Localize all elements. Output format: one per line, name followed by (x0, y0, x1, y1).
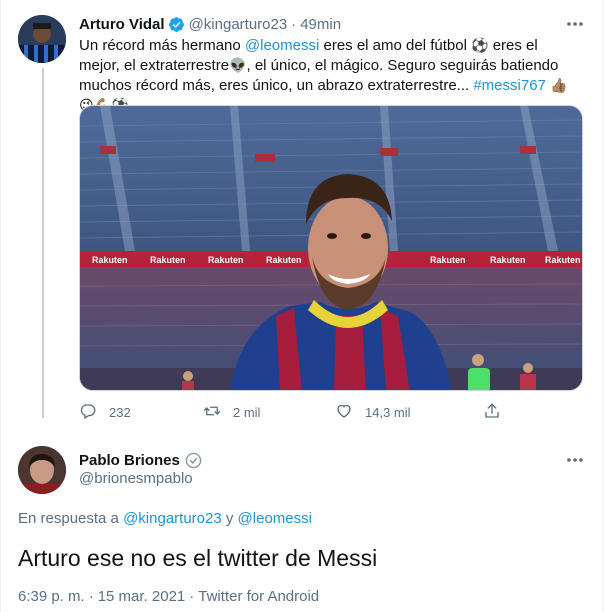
separator-dot: · (291, 15, 297, 33)
tweet-date[interactable]: 15 mar. 2021 (98, 588, 186, 605)
retweet-icon (203, 402, 233, 423)
tweet-text-segment: eres el amo del fútbol (319, 37, 472, 54)
banner-text: Rakuten (545, 255, 581, 265)
tweet-time[interactable]: 6:39 p. m. (18, 588, 85, 605)
tweet-media-photo[interactable]: Rakuten Rakuten Rakuten Rakuten Rakuten … (79, 105, 583, 391)
parent-tweet-text: Un récord más hermano @leomessi eres el … (79, 36, 579, 116)
reply-count: 232 (109, 404, 131, 420)
mention-link[interactable]: @leomessi (238, 510, 312, 527)
parent-tweet-header: Arturo Vidal @kingarturo23 · 49min (79, 14, 341, 34)
reply-conjunction: y (221, 510, 238, 527)
banner-text: Rakuten (208, 255, 244, 265)
author-handle[interactable]: @kingarturo23 (189, 16, 288, 33)
avatar-arturo-vidal[interactable] (18, 15, 66, 63)
mention-link[interactable]: @kingarturo23 (123, 510, 222, 527)
like-count: 14,3 mil (365, 404, 411, 420)
like-button[interactable]: 14,3 mil (335, 402, 411, 422)
reply-prefix: En respuesta a (18, 510, 124, 527)
reply-icon (79, 402, 109, 423)
verified-badge-icon (168, 16, 185, 33)
reply-button[interactable]: 232 (79, 402, 131, 422)
thumbs-up-emoji-icon: 👍🏽 (550, 77, 568, 93)
tweet-time[interactable]: 49min (300, 16, 341, 33)
separator-dot: · (88, 588, 94, 605)
avatar-pablo-briones[interactable] (18, 446, 66, 494)
heart-icon (335, 402, 365, 423)
tweet-thread: Arturo Vidal @kingarturo23 · 49min Un ré… (0, 0, 604, 612)
replying-to-line: En respuesta a @kingarturo23 y @leomessi (18, 510, 312, 527)
alien-emoji-icon: 👽 (229, 57, 247, 73)
photo-icon: Rakuten Rakuten Rakuten Rakuten Rakuten … (80, 106, 582, 390)
main-tweet-text: Arturo ese no es el twitter de Messi (18, 545, 378, 571)
banner-text: Rakuten (490, 255, 526, 265)
tweet-actions-bar: 232 2 mil 14,3 mil (79, 402, 579, 422)
banner-text: Rakuten (266, 255, 302, 265)
separator-dot: · (189, 588, 195, 605)
main-tweet-header: Pablo Briones (79, 450, 202, 470)
retweet-count: 2 mil (233, 404, 261, 420)
banner-text: Rakuten (92, 255, 128, 265)
tweet-meta: 6:39 p. m. · 15 mar. 2021 · Twitter for Andr… (18, 588, 319, 605)
share-icon (483, 402, 501, 423)
badge-icon (185, 452, 202, 469)
author-handle[interactable]: @brionesmpablo (79, 470, 193, 487)
tweet-text-segment: Un récord más hermano (79, 37, 245, 54)
soccer-ball-emoji-icon: ⚽ (471, 37, 489, 53)
thread-connector-line (42, 68, 44, 418)
tweet-source[interactable]: Twitter for Android (198, 588, 319, 605)
banner-text: Rakuten (430, 255, 466, 265)
hashtag-link[interactable]: #messi767 (473, 77, 546, 94)
author-name[interactable]: Arturo Vidal (79, 16, 165, 33)
author-name[interactable]: Pablo Briones (79, 452, 180, 469)
more-options-icon[interactable] (564, 16, 586, 32)
mention-link[interactable]: @leomessi (245, 37, 319, 54)
banner-text: Rakuten (150, 255, 186, 265)
retweet-button[interactable]: 2 mil (203, 402, 260, 422)
more-options-icon[interactable] (564, 452, 586, 468)
share-button[interactable] (483, 402, 501, 422)
